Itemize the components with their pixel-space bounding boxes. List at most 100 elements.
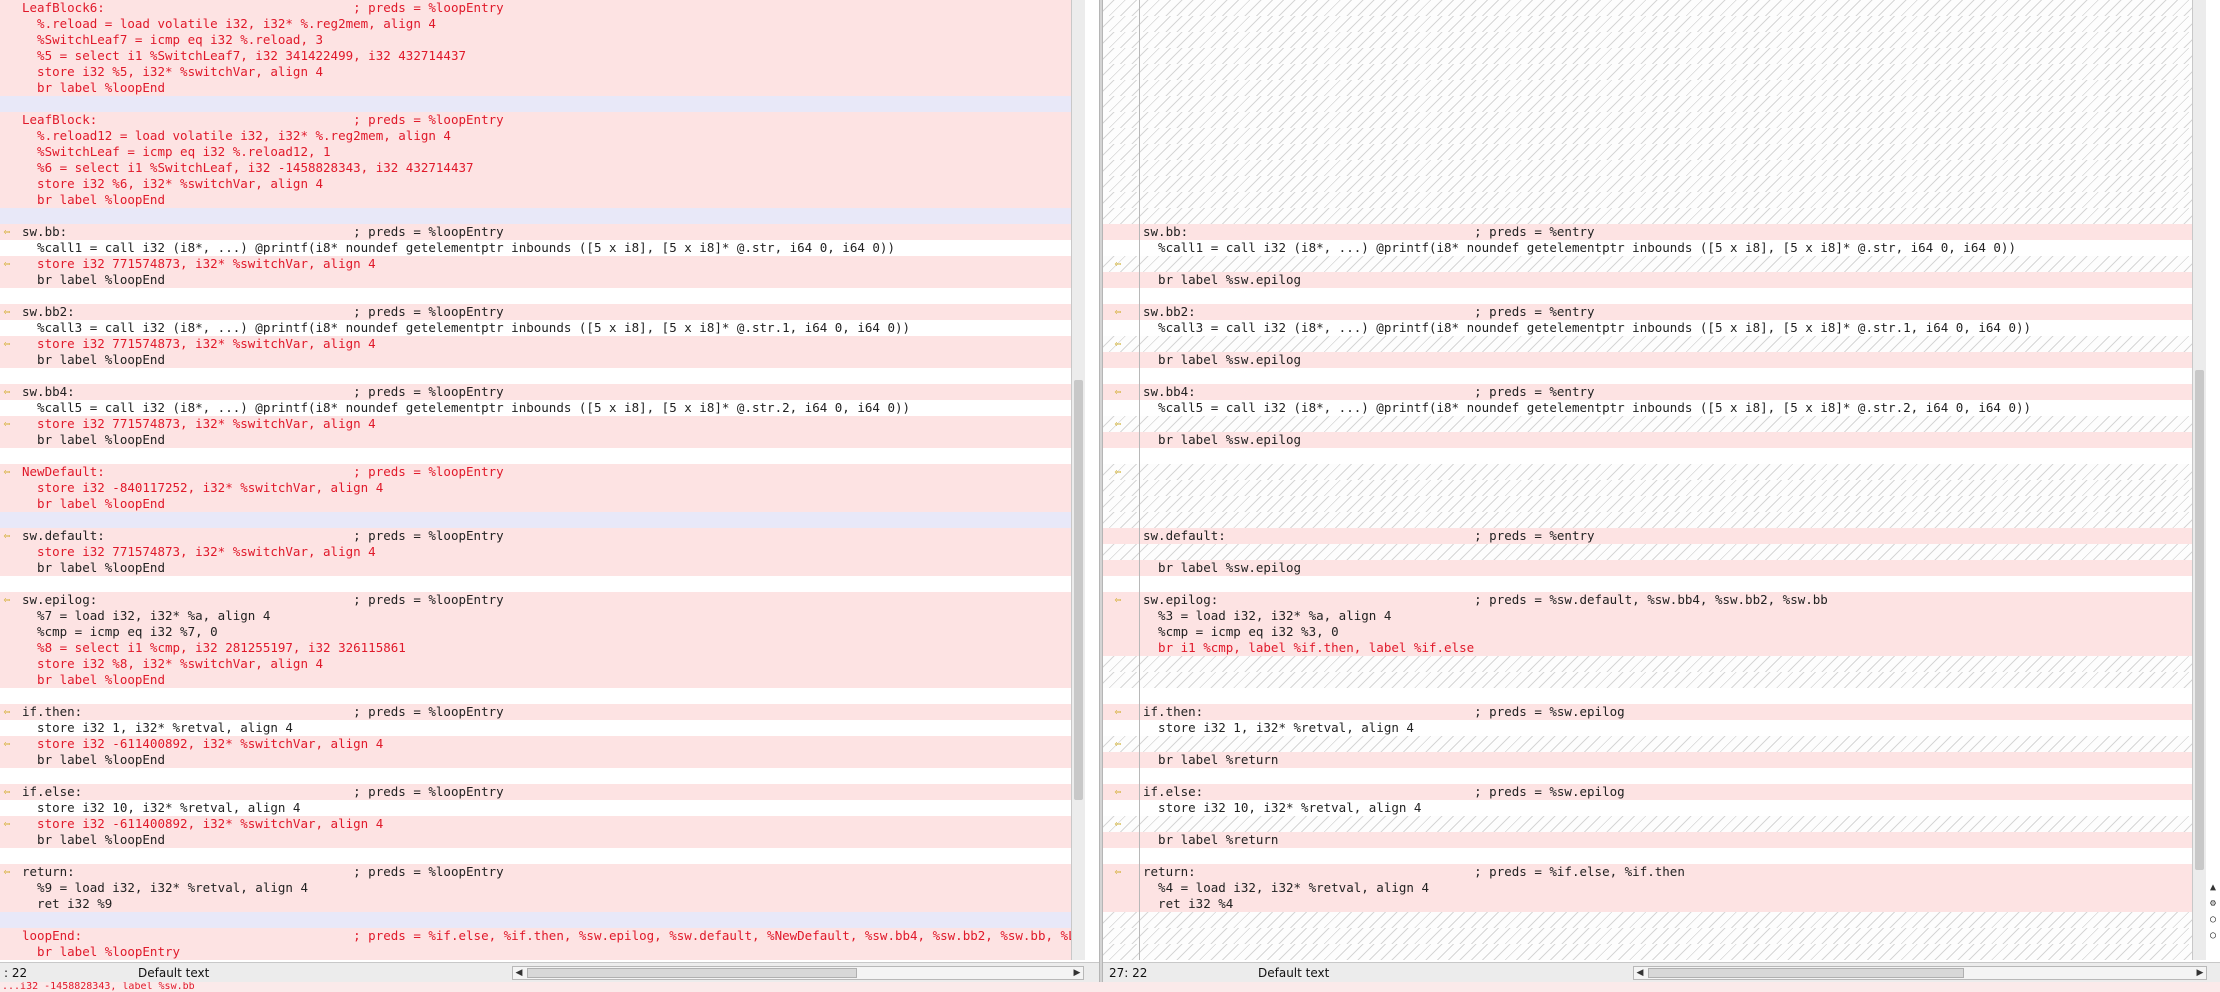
code-line[interactable] (1103, 48, 2206, 64)
code-line[interactable]: ⇦ (1103, 736, 2206, 752)
code-line[interactable] (1103, 944, 2206, 960)
copy-change-arrow-icon[interactable]: ⇦ (0, 593, 14, 607)
copy-change-arrow-icon[interactable]: ⇦ (0, 817, 14, 831)
code-line[interactable] (1103, 688, 2206, 704)
code-line[interactable] (1103, 368, 2206, 384)
code-line[interactable] (1103, 144, 2206, 160)
code-line[interactable]: store i32 1, i32* %retval, align 4 (1103, 720, 2206, 736)
code-line[interactable]: store i32 %5, i32* %switchVar, align 4 (0, 64, 1085, 80)
copy-change-arrow-icon[interactable]: ⇦ (0, 865, 14, 879)
code-line[interactable]: %call3 = call i32 (i8*, ...) @printf(i8*… (1103, 320, 2206, 336)
code-line[interactable] (1103, 208, 2206, 224)
code-line[interactable]: sw.bb: ; preds = %entry (1103, 224, 2206, 240)
code-line[interactable]: ⇦ sw.epilog: ; preds = %loopEntry (0, 592, 1085, 608)
scroll-left-icon[interactable]: ◀ (513, 967, 525, 979)
code-line[interactable]: %cmp = icmp eq i32 %3, 0 (1103, 624, 2206, 640)
code-line[interactable]: ⇦ sw.default: ; preds = %loopEntry (0, 528, 1085, 544)
code-line[interactable]: %5 = select i1 %SwitchLeaf7, i32 3414224… (0, 48, 1085, 64)
code-line[interactable] (1103, 544, 2206, 560)
code-line[interactable]: %SwitchLeaf7 = icmp eq i32 %.reload, 3 (0, 32, 1085, 48)
code-line[interactable]: ⇦ (1103, 336, 2206, 352)
code-line[interactable]: ⇦ sw.bb4: ; preds = %loopEntry (0, 384, 1085, 400)
code-line[interactable] (1103, 96, 2206, 112)
right-syntax-mode[interactable]: Default text (1258, 963, 1329, 983)
code-line[interactable]: ⇦ NewDefault: ; preds = %loopEntry (0, 464, 1085, 480)
code-line[interactable]: %call5 = call i32 (i8*, ...) @printf(i8*… (0, 400, 1085, 416)
code-line[interactable] (0, 368, 1085, 384)
copy-change-arrow-icon[interactable]: ⇦ (1111, 257, 1125, 271)
code-line[interactable]: br label %loopEnd (0, 560, 1085, 576)
code-line[interactable] (1103, 128, 2206, 144)
code-line[interactable]: %cmp = icmp eq i32 %7, 0 (0, 624, 1085, 640)
left-horizontal-scrollbar[interactable]: ◀ ▶ (512, 966, 1084, 980)
code-line[interactable]: br label %loopEnd (0, 272, 1085, 288)
code-line[interactable]: ⇦ sw.bb4: ; preds = %entry (1103, 384, 2206, 400)
code-line[interactable]: ⇦ if.else: ; preds = %loopEntry (0, 784, 1085, 800)
code-line[interactable] (1103, 160, 2206, 176)
code-line[interactable] (1103, 112, 2206, 128)
code-line[interactable]: sw.default: ; preds = %entry (1103, 528, 2206, 544)
code-line[interactable]: store i32 %6, i32* %switchVar, align 4 (0, 176, 1085, 192)
copy-change-arrow-icon[interactable]: ⇦ (0, 737, 14, 751)
code-line[interactable] (0, 848, 1085, 864)
copy-change-arrow-icon[interactable]: ⇦ (1111, 337, 1125, 351)
code-line[interactable]: %8 = select i1 %cmp, i32 281255197, i32 … (0, 640, 1085, 656)
code-line[interactable]: store i32 -840117252, i32* %switchVar, a… (0, 480, 1085, 496)
code-line[interactable] (0, 512, 1085, 528)
code-line[interactable]: br label %loopEnd (0, 80, 1085, 96)
code-line[interactable]: br label %sw.epilog (1103, 432, 2206, 448)
left-diff-pane[interactable]: LeafBlock6: ; preds = %loopEntry %.reloa… (0, 0, 1085, 960)
code-line[interactable]: ⇦ sw.bb2: ; preds = %loopEntry (0, 304, 1085, 320)
copy-change-arrow-icon[interactable]: ⇦ (1111, 465, 1125, 479)
code-line[interactable] (1103, 656, 2206, 672)
code-line[interactable]: ⇦ (1103, 464, 2206, 480)
code-line[interactable]: LeafBlock6: ; preds = %loopEntry (0, 0, 1085, 16)
code-line[interactable]: store i32 10, i32* %retval, align 4 (0, 800, 1085, 816)
right-vertical-scrollbar[interactable] (2192, 0, 2206, 960)
copy-change-arrow-icon[interactable]: ⇦ (1111, 785, 1125, 799)
code-line[interactable]: ⇦ sw.bb: ; preds = %loopEntry (0, 224, 1085, 240)
code-line[interactable]: ⇦ store i32 771574873, i32* %switchVar, … (0, 256, 1085, 272)
code-line[interactable]: store i32 %8, i32* %switchVar, align 4 (0, 656, 1085, 672)
code-line[interactable]: store i32 10, i32* %retval, align 4 (1103, 800, 2206, 816)
code-line[interactable]: %call1 = call i32 (i8*, ...) @printf(i8*… (0, 240, 1085, 256)
code-line[interactable] (1103, 32, 2206, 48)
chevron-up-icon[interactable]: ▲ (2206, 880, 2220, 896)
copy-change-arrow-icon[interactable]: ⇦ (1111, 865, 1125, 879)
left-syntax-mode[interactable]: Default text (138, 963, 209, 983)
code-line[interactable]: ⇦ if.else: ; preds = %sw.epilog (1103, 784, 2206, 800)
code-line[interactable]: %call1 = call i32 (i8*, ...) @printf(i8*… (1103, 240, 2206, 256)
right-scroll-thumb[interactable] (2195, 370, 2204, 870)
copy-change-arrow-icon[interactable]: ⇦ (0, 705, 14, 719)
scroll-right-icon[interactable]: ▶ (2194, 967, 2206, 979)
copy-change-arrow-icon[interactable]: ⇦ (0, 785, 14, 799)
code-line[interactable] (1103, 768, 2206, 784)
code-line[interactable]: ret i32 %4 (1103, 896, 2206, 912)
code-line[interactable]: ⇦ store i32 771574873, i32* %switchVar, … (0, 416, 1085, 432)
code-line[interactable] (1103, 480, 2206, 496)
copy-change-arrow-icon[interactable]: ⇦ (1111, 705, 1125, 719)
scroll-right-icon[interactable]: ▶ (1071, 967, 1083, 979)
code-line[interactable]: br label %loopEnd (0, 672, 1085, 688)
code-line[interactable]: %6 = select i1 %SwitchLeaf, i32 -1458828… (0, 160, 1085, 176)
code-line[interactable] (1103, 64, 2206, 80)
code-line[interactable]: ⇦ if.then: ; preds = %loopEntry (0, 704, 1085, 720)
code-line[interactable]: ⇦ return: ; preds = %if.else, %if.then (1103, 864, 2206, 880)
code-line[interactable]: %7 = load i32, i32* %a, align 4 (0, 608, 1085, 624)
code-line[interactable] (1103, 512, 2206, 528)
copy-change-arrow-icon[interactable]: ⇦ (1111, 593, 1125, 607)
code-line[interactable]: ⇦ (1103, 816, 2206, 832)
code-line[interactable]: ⇦ if.then: ; preds = %sw.epilog (1103, 704, 2206, 720)
code-line[interactable]: br label %loopEnd (0, 352, 1085, 368)
code-line[interactable]: %3 = load i32, i32* %a, align 4 (1103, 608, 2206, 624)
copy-change-arrow-icon[interactable]: ⇦ (1111, 417, 1125, 431)
copy-change-arrow-icon[interactable]: ⇦ (0, 225, 14, 239)
copy-change-arrow-icon[interactable]: ⇦ (0, 257, 14, 271)
code-line[interactable]: %9 = load i32, i32* %retval, align 4 (0, 880, 1085, 896)
code-line[interactable]: br label %return (1103, 752, 2206, 768)
code-line[interactable] (0, 448, 1085, 464)
copy-change-arrow-icon[interactable]: ⇦ (1111, 305, 1125, 319)
code-line[interactable]: br label %loopEnd (0, 432, 1085, 448)
code-line[interactable]: loopEnd: ; preds = %if.else, %if.then, %… (0, 928, 1085, 944)
search-icon[interactable]: ○ (2206, 912, 2220, 928)
